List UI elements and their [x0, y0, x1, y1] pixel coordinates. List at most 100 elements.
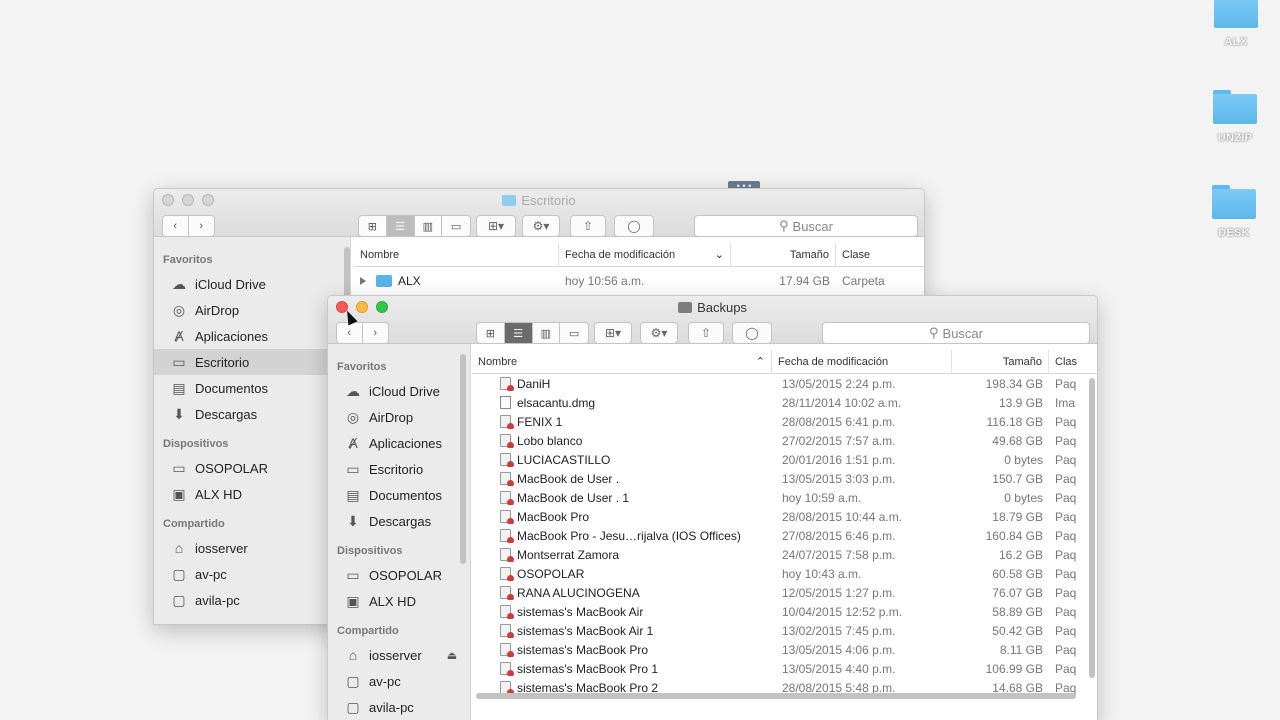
table-row[interactable]: sistemas's MacBook Pro 13/05/2015 4:06 p.…: [472, 640, 1097, 659]
table-row[interactable]: RANA ALUCINOGENA 12/05/2015 1:27 p.m. 76.0…: [472, 583, 1097, 602]
sidebar-item-av-pc[interactable]: ▢ av-pc: [154, 561, 350, 587]
share-button[interactable]: ⇧: [688, 322, 724, 344]
backup-icon: [500, 623, 514, 638]
eject-icon[interactable]: ⏏: [447, 649, 457, 662]
table-row[interactable]: OSOPOLAR hoy 10:43 a.m. 60.58 GB Paq: [472, 564, 1097, 583]
nav-buttons: ‹ ›: [336, 322, 389, 344]
column-header-size[interactable]: Tamaño: [952, 350, 1049, 373]
sidebar-item-osopolar[interactable]: ▭ OSOPOLAR: [154, 455, 350, 481]
table-row[interactable]: elsacantu.dmg 28/11/2014 10:02 a.m. 13.9 G…: [472, 393, 1097, 412]
sidebar-item-av-pc[interactable]: ▢ av-pc: [328, 668, 470, 694]
list-header: Nombre ⌃ Fecha de modificación Tamaño Cla…: [472, 350, 1097, 374]
sidebar-item-documentos[interactable]: ▤ Documentos: [154, 375, 350, 401]
coverflow-view-button[interactable]: ▭: [442, 216, 470, 236]
back-button[interactable]: ‹: [337, 323, 363, 343]
table-row[interactable]: sistemas's MacBook Pro 1 13/05/2015 4:40 …: [472, 659, 1097, 678]
table-row[interactable]: ALX hoy 10:56 a.m. 17.94 GB Carpeta: [354, 271, 924, 290]
column-header-kind[interactable]: Clase: [836, 243, 924, 266]
arrange-button[interactable]: ⊞▾: [594, 322, 632, 344]
sidebar-header-favoritos: Favoritos: [337, 361, 387, 373]
sidebar-item-osopolar[interactable]: ▭ OSOPOLAR: [328, 562, 470, 588]
action-gear-button[interactable]: ⚙▾: [640, 322, 678, 344]
tags-button[interactable]: ◯: [732, 322, 772, 344]
sidebar-item-airdrop[interactable]: ◎ AirDrop: [154, 297, 350, 323]
sidebar-item-iosserver[interactable]: ⌂ iosserver ⏏: [328, 642, 470, 668]
disclosure-triangle-icon[interactable]: [360, 276, 366, 285]
table-row[interactable]: LUCIACASTILLO 20/01/2016 1:51 p.m. 0 bytes…: [472, 450, 1097, 469]
sidebar-scrollbar[interactable]: [460, 354, 466, 564]
column-header-name[interactable]: Nombre ⌃: [472, 350, 772, 373]
desktop-icon: ▭: [172, 353, 186, 370]
applications-icon: Ⱥ: [348, 435, 358, 451]
desktop-folder-label: ALX: [1224, 36, 1248, 48]
column-view-button[interactable]: ▥: [533, 323, 561, 343]
back-button[interactable]: ‹: [163, 216, 189, 236]
sidebar-item-avila-pc[interactable]: ▢ avila-pc: [154, 587, 350, 613]
action-gear-button[interactable]: ⚙▾: [522, 215, 560, 237]
column-view-button[interactable]: ▥: [415, 216, 443, 236]
file-name: MacBook Pro - Jesu…rijalva (IOS Offices): [517, 528, 741, 543]
tags-button[interactable]: ◯: [614, 215, 654, 237]
sidebar-item-icloud[interactable]: ☁ iCloud Drive: [328, 378, 470, 404]
table-row[interactable]: sistemas's MacBook Air 1 13/02/2015 7:45 …: [472, 621, 1097, 640]
column-header-date[interactable]: Fecha de modificación ⌄: [559, 243, 731, 266]
forward-button[interactable]: ›: [363, 323, 388, 343]
column-header-kind[interactable]: Clas: [1049, 350, 1097, 373]
backup-icon: [500, 547, 514, 562]
folder-icon: [1213, 90, 1257, 124]
file-size: 76.07 GB: [992, 585, 1043, 600]
icon-view-button[interactable]: ⊞: [359, 216, 387, 236]
vertical-scrollbar[interactable]: [1089, 378, 1095, 678]
sidebar-item-descargas[interactable]: ⬇ Descargas: [154, 401, 350, 427]
column-header-name[interactable]: Nombre: [354, 243, 559, 266]
cloud-icon: ☁: [346, 382, 360, 399]
table-row[interactable]: sistemas's MacBook Air 10/04/2015 12:52 p…: [472, 602, 1097, 621]
sidebar-item-airdrop[interactable]: ◎ AirDrop: [328, 404, 470, 430]
drive-icon: [678, 302, 693, 313]
table-row[interactable]: DaniH 13/05/2015 2:24 p.m. 198.34 GB Paq: [472, 374, 1097, 393]
sidebar-item-escritorio[interactable]: ▭ Escritorio: [328, 456, 470, 482]
coverflow-view-button[interactable]: ▭: [560, 323, 588, 343]
file-name: Lobo blanco: [517, 433, 583, 448]
window-title: Escritorio: [154, 193, 924, 208]
table-row[interactable]: MacBook de User . 1 hoy 10:59 a.m. 0 bytes…: [472, 488, 1097, 507]
file-name: sistemas's MacBook Air 1: [517, 623, 654, 638]
share-button[interactable]: ⇧: [570, 215, 606, 237]
file-name: OSOPOLAR: [517, 566, 585, 581]
column-header-date[interactable]: Fecha de modificación: [772, 350, 952, 373]
file-name: LUCIACASTILLO: [517, 452, 611, 467]
sidebar-item-documentos[interactable]: ▤ Documentos: [328, 482, 470, 508]
table-row[interactable]: Montserrat Zamora 24/07/2015 7:58 p.m. 16.…: [472, 545, 1097, 564]
backup-icon: [500, 376, 514, 391]
column-header-size[interactable]: Tamaño: [731, 243, 836, 266]
desktop-folder-unzip[interactable]: UNZIP: [1200, 90, 1270, 144]
list-header: Nombre Fecha de modificación ⌄ Tamaño Cla…: [354, 243, 924, 267]
desktop-folder-alx[interactable]: ALX: [1201, 0, 1271, 48]
table-row[interactable]: MacBook Pro - Jesu…rijalva (IOS Offices)…: [472, 526, 1097, 545]
sidebar-item-alx-hd[interactable]: ▣ ALX HD: [154, 481, 350, 507]
desktop-folder-desk[interactable]: DESK: [1199, 185, 1269, 239]
sidebar-item-avila-pc[interactable]: ▢ avila-pc: [328, 694, 470, 720]
search-field[interactable]: ⚲ Buscar: [694, 215, 918, 237]
sidebar-item-aplicaciones[interactable]: Ⱥ Aplicaciones: [154, 323, 350, 349]
table-row[interactable]: Lobo blanco 27/02/2015 7:57 a.m. 49.68 GB P…: [472, 431, 1097, 450]
table-row[interactable]: MacBook de User . 13/05/2015 3:03 p.m. 150…: [472, 469, 1097, 488]
search-field[interactable]: ⚲ Buscar: [822, 322, 1090, 344]
table-row[interactable]: MacBook Pro 28/08/2015 10:44 a.m. 18.79 GB…: [472, 507, 1097, 526]
arrange-button[interactable]: ⊞▾: [476, 215, 516, 237]
horizontal-scrollbar[interactable]: [476, 693, 1076, 699]
table-row[interactable]: FENIX 1 28/08/2015 6:41 p.m. 116.18 GB Paq: [472, 412, 1097, 431]
file-date: 28/08/2015 6:41 p.m.: [782, 414, 896, 429]
list-view-button[interactable]: ☰: [386, 216, 415, 236]
sidebar-item-alx-hd[interactable]: ▣ ALX HD: [328, 588, 470, 614]
downloads-icon: ⬇: [173, 405, 185, 422]
sidebar-item-descargas[interactable]: ⬇ Descargas: [328, 508, 470, 534]
icon-view-button[interactable]: ⊞: [477, 323, 505, 343]
sidebar-item-iosserver[interactable]: ⌂ iosserver: [154, 535, 350, 561]
list-view-button[interactable]: ☰: [504, 323, 533, 343]
sidebar-item-aplicaciones[interactable]: Ⱥ Aplicaciones: [328, 430, 470, 456]
forward-button[interactable]: ›: [189, 216, 214, 236]
dmg-icon: [500, 395, 511, 409]
sidebar-item-icloud[interactable]: ☁ iCloud Drive: [154, 271, 350, 297]
sidebar-item-escritorio[interactable]: ▭ Escritorio: [154, 349, 350, 375]
